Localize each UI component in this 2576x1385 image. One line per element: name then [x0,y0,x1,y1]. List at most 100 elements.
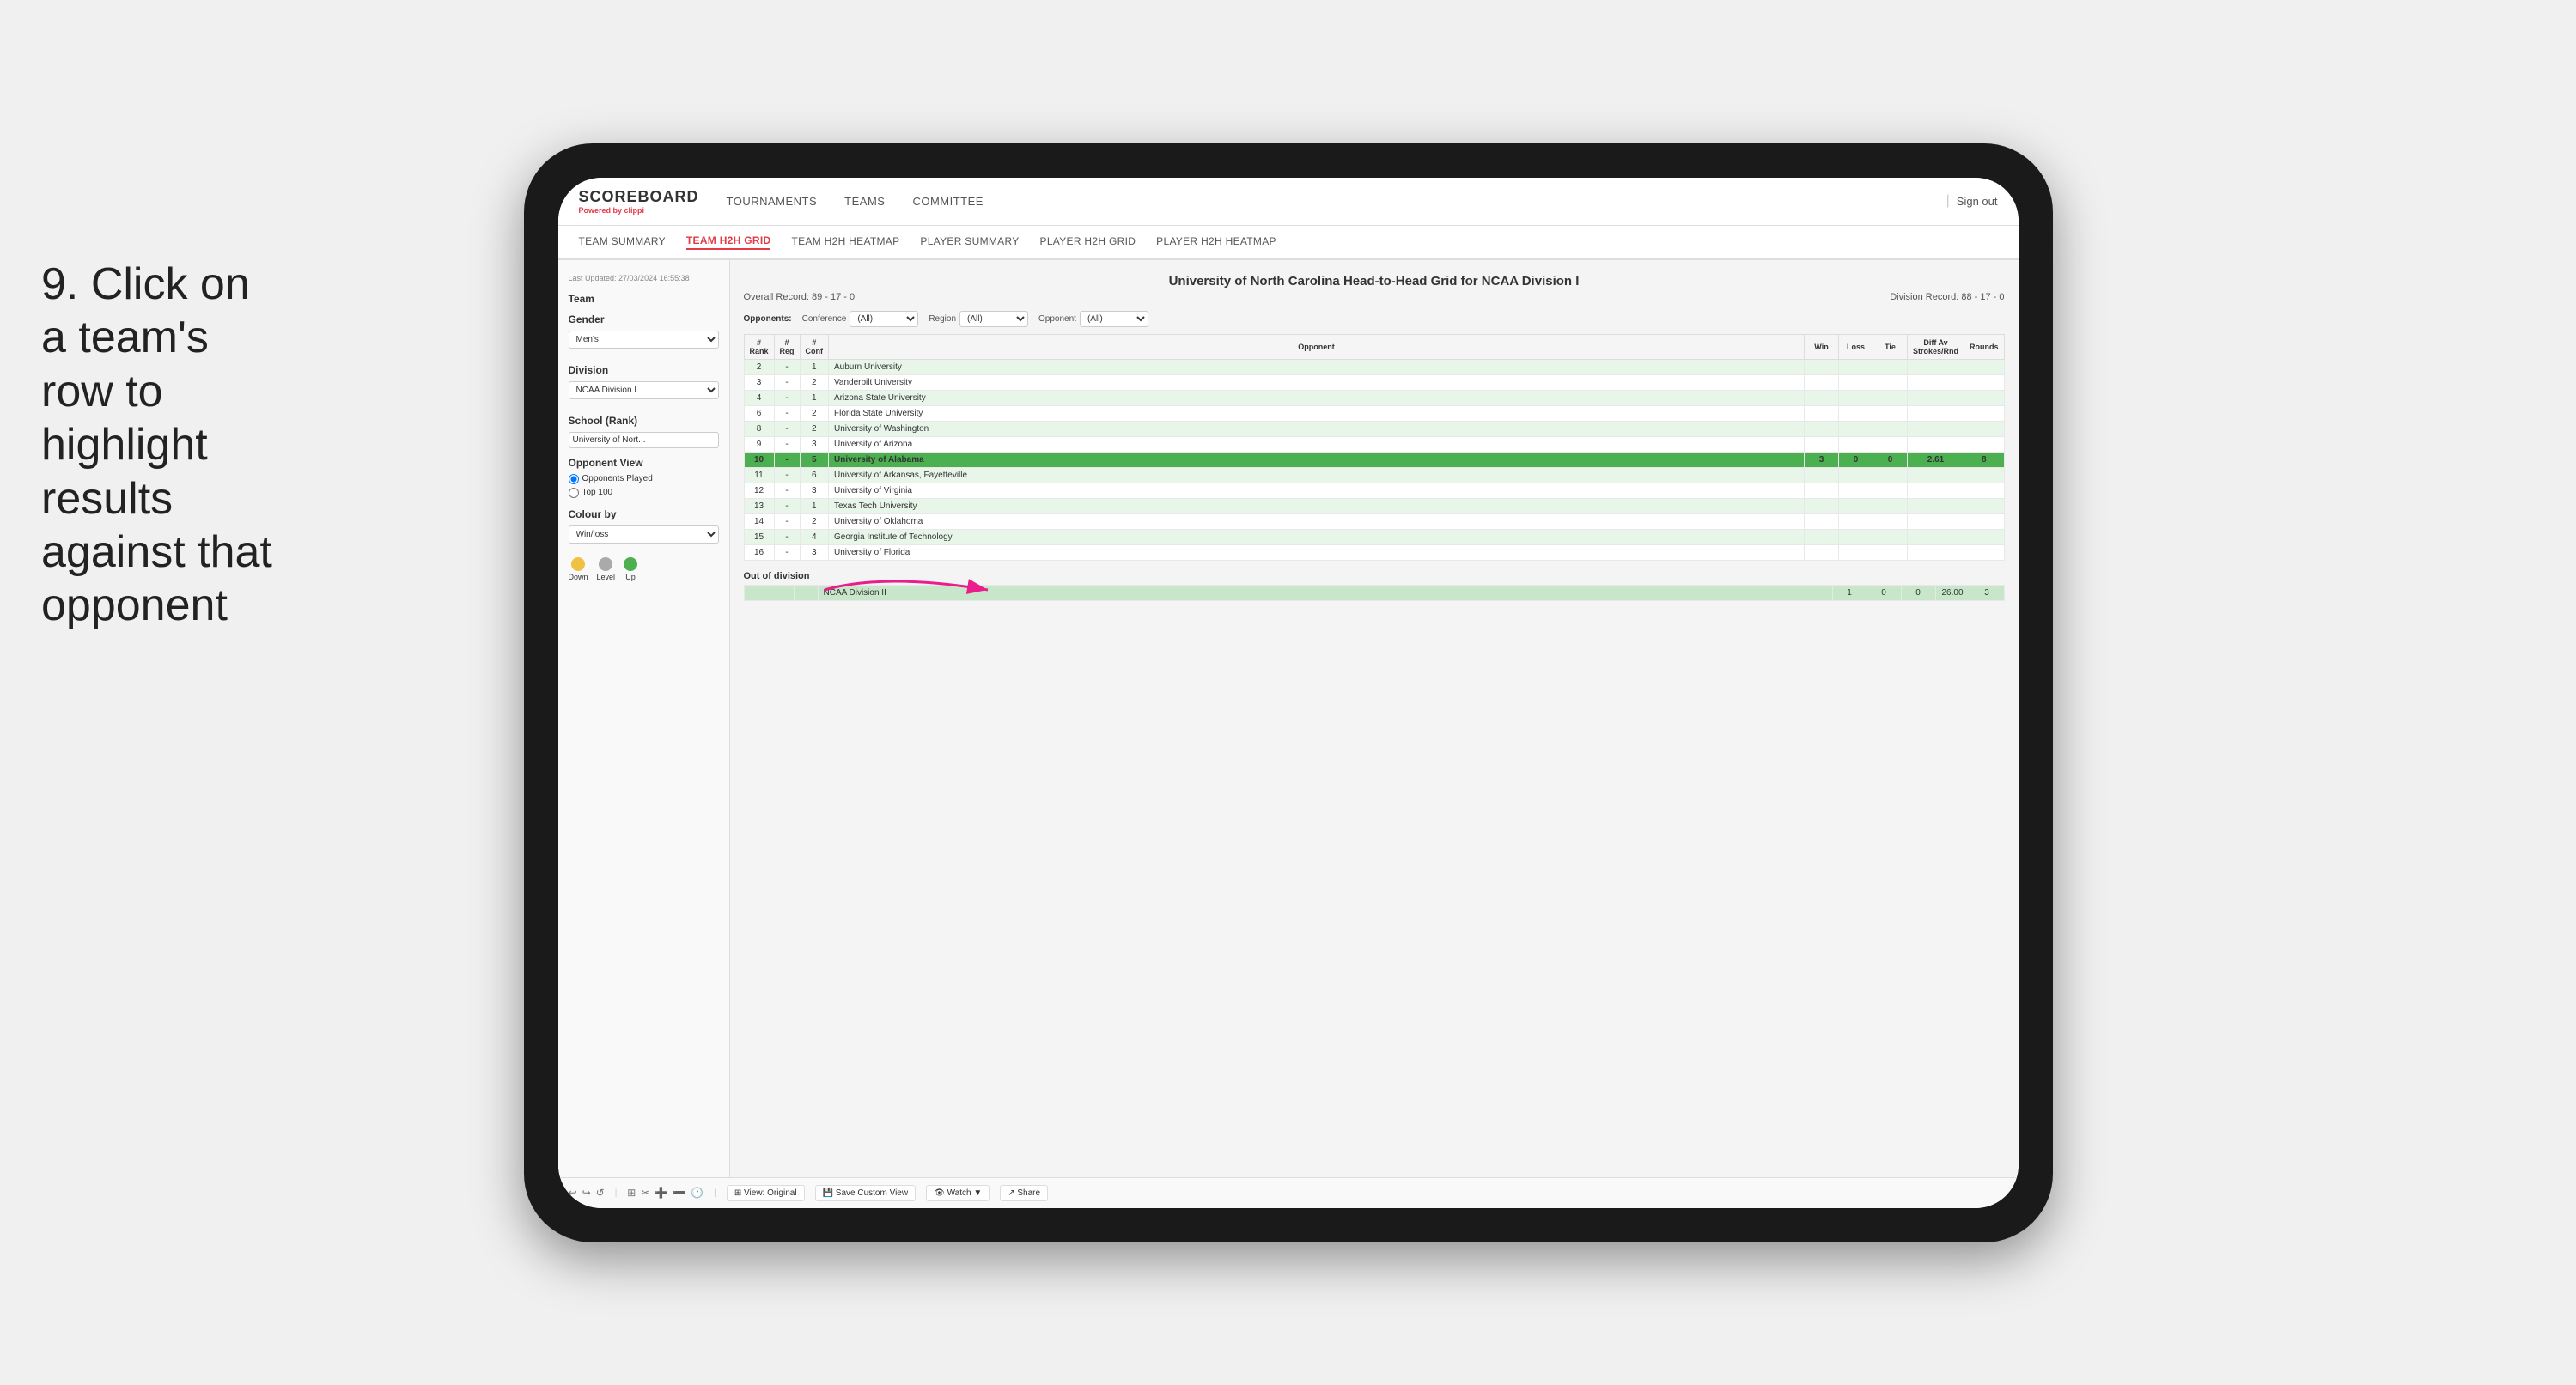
col-opponent: Opponent [828,334,1804,359]
sidebar: Last Updated: 27/03/2024 16:55:38 Team G… [558,260,730,1177]
plus-icon[interactable]: ➕ [655,1187,667,1199]
division-record: Division Record: 88 - 17 - 0 [1890,292,2004,302]
region-filter-label: Region [929,314,956,324]
opponents-filter-label: Opponents: [744,314,792,324]
table-row[interactable]: 11-6University of Arkansas, Fayetteville [744,467,2004,483]
division-select[interactable]: NCAA Division I [569,381,719,399]
last-updated: Last Updated: 27/03/2024 16:55:38 [569,274,719,282]
table-row[interactable]: 15-4Georgia Institute of Technology [744,529,2004,544]
share-button[interactable]: ↗ Share [1000,1185,1048,1201]
table-row[interactable]: 6-2Florida State University [744,405,2004,421]
table-row[interactable]: 14-2University of Oklahoma [744,513,2004,529]
tab-player-h2h-grid[interactable]: PLAYER H2H GRID [1040,235,1136,249]
opponents-played-radio[interactable]: Opponents Played [569,474,719,484]
table-row[interactable]: 8-2University of Washington [744,421,2004,436]
out-of-division-label: Out of division [744,571,2005,581]
minus-icon[interactable]: ➖ [673,1187,685,1199]
region-filter-group: Region (All) [929,311,1028,327]
col-rank: # Rank [744,334,774,359]
opponent-filter-label: Opponent [1038,314,1076,324]
grid-icon[interactable]: ⊞ [627,1187,636,1199]
legend-up: Up [624,557,637,581]
colour-section: Colour by Win/loss Down [569,508,719,581]
toolbar-extra-icons: ⊞ ✂ ➕ ➖ 🕐 [627,1187,703,1199]
col-reg: # Reg [774,334,800,359]
data-table: # Rank # Reg # Conf Opponent Win Loss Ti… [744,334,2005,561]
nav-tournaments[interactable]: TOURNAMENTS [727,195,818,208]
nav-teams[interactable]: TEAMS [844,195,885,208]
sign-out-link[interactable]: Sign out [1957,195,1998,208]
opponent-view-label: Opponent View [569,457,719,469]
filter-row: Opponents: Conference (All) Region ( [744,311,2005,327]
conference-filter-group: Conference (All) [802,311,919,327]
nav-bar: SCOREBOARD Powered by clippi TOURNAMENTS… [558,178,2019,226]
sub-nav: TEAM SUMMARY TEAM H2H GRID TEAM H2H HEAT… [558,226,2019,260]
school-value[interactable]: University of Nort... [569,432,719,448]
out-of-division-table: NCAA Division II 1 0 0 26.00 3 [744,585,2005,601]
col-rounds: Rounds [1964,334,2005,359]
down-dot [571,557,585,571]
out-division-name: NCAA Division II [818,585,1832,600]
opponent-view-section: Opponent View Opponents Played Top 100 [569,457,719,498]
overall-record: Overall Record: 89 - 17 - 0 [744,292,856,302]
team-label: Team [569,293,719,305]
out-division-loss: 0 [1867,585,1901,600]
nav-divider: | [1946,193,1950,209]
toolbar: ↩ ↪ ↺ | ⊞ ✂ ➕ ➖ 🕐 | ⊞ View: Original 💾 S… [558,1177,2019,1208]
out-division-win: 1 [1832,585,1867,600]
colour-by-select[interactable]: Win/loss [569,525,719,544]
redo-icon[interactable]: ↪ [582,1187,591,1199]
table-row[interactable]: 9-3University of Arizona [744,436,2004,452]
save-custom-view-button[interactable]: 💾 Save Custom View [815,1185,917,1201]
tab-team-summary[interactable]: TEAM SUMMARY [579,235,666,249]
instruction-text: 9. Click on a team's row to highlight re… [41,258,282,633]
toolbar-history-icons: ↩ ↪ ↺ [569,1187,605,1199]
opponent-filter-group: Opponent (All) [1038,311,1148,327]
colour-by-label: Colour by [569,508,719,520]
table-row[interactable]: 13-1Texas Tech University [744,498,2004,513]
out-division-tie: 0 [1901,585,1935,600]
crop-icon[interactable]: ✂ [641,1187,649,1199]
undo-icon[interactable]: ↩ [569,1187,577,1199]
table-row[interactable]: 16-3University of Florida [744,544,2004,560]
col-win: Win [1805,334,1839,359]
col-tie: Tie [1873,334,1908,359]
logo-area: SCOREBOARD Powered by clippi [579,188,699,215]
table-row[interactable]: 10-5University of Alabama3002.618 [744,452,2004,467]
view-original-button[interactable]: ⊞ View: Original [727,1185,805,1201]
logo-scoreboard: SCOREBOARD [579,188,699,206]
table-row[interactable]: 2-1Auburn University [744,359,2004,374]
legend-row: Down Level Up [569,557,719,581]
out-of-division-row[interactable]: NCAA Division II 1 0 0 26.00 3 [744,585,2004,600]
tablet-frame: SCOREBOARD Powered by clippi TOURNAMENTS… [524,143,2053,1242]
table-row[interactable]: 12-3University of Virginia [744,483,2004,498]
table-row[interactable]: 4-1Arizona State University [744,390,2004,405]
tab-team-h2h-heatmap[interactable]: TEAM H2H HEATMAP [791,235,899,249]
tab-player-h2h-heatmap[interactable]: PLAYER H2H HEATMAP [1156,235,1276,249]
clock-icon[interactable]: 🕐 [691,1187,703,1199]
top100-radio[interactable]: Top 100 [569,488,719,498]
out-division-rounds: 3 [1970,585,2004,600]
logo-powered: Powered by clippi [579,206,699,215]
conference-filter-label: Conference [802,314,847,324]
table-row[interactable]: 3-2Vanderbilt University [744,374,2004,390]
opponent-filter-select[interactable]: (All) [1080,311,1148,327]
conference-filter-select[interactable]: (All) [850,311,918,327]
reset-icon[interactable]: ↺ [596,1187,605,1199]
gender-select[interactable]: Men's [569,331,719,349]
up-dot [624,557,637,571]
grid-title: University of North Carolina Head-to-Hea… [744,274,2005,289]
gender-label: Gender [569,313,719,325]
legend-level: Level [597,557,616,581]
tablet-inner: SCOREBOARD Powered by clippi TOURNAMENTS… [558,178,2019,1208]
school-label: School (Rank) [569,415,719,427]
nav-committee[interactable]: COMMITTEE [912,195,984,208]
col-conf: # Conf [800,334,828,359]
watch-button[interactable]: 👁 Watch ▼ [926,1185,990,1201]
table-header-row: # Rank # Reg # Conf Opponent Win Loss Ti… [744,334,2004,359]
records-row: Overall Record: 89 - 17 - 0 Division Rec… [744,292,2005,302]
region-filter-select[interactable]: (All) [959,311,1028,327]
tab-team-h2h-grid[interactable]: TEAM H2H GRID [686,234,771,250]
tab-player-summary[interactable]: PLAYER SUMMARY [920,235,1019,249]
legend-down: Down [569,557,588,581]
